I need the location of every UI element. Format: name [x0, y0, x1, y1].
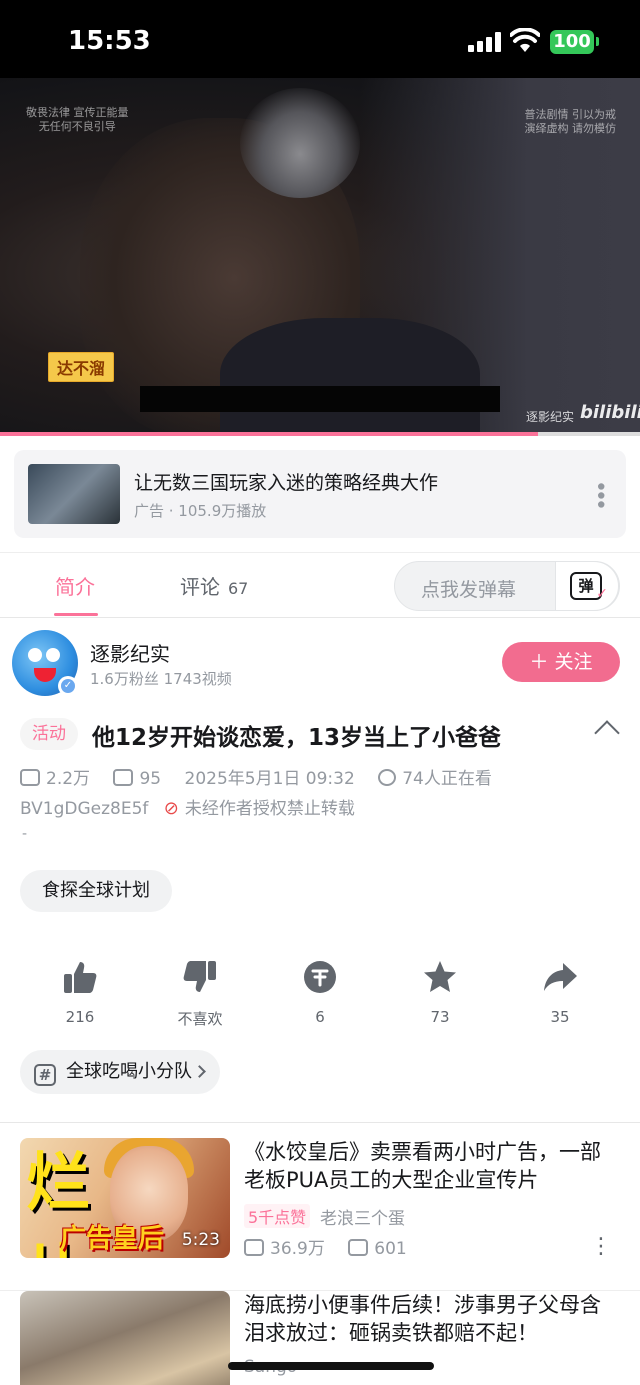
- video-subject-jacket: [220, 318, 480, 434]
- home-indicator: [228, 1362, 434, 1370]
- coin-button[interactable]: 6: [280, 958, 360, 1026]
- favorite-count: 73: [430, 1008, 450, 1026]
- rec-uploader: 老浪三个蛋: [320, 1209, 405, 1229]
- topic-label: 全球吃喝小分队: [66, 1061, 192, 1082]
- favorite-button[interactable]: 73: [400, 958, 480, 1026]
- action-bar: 216 不喜欢 6 73 35: [0, 958, 640, 1028]
- list-item[interactable]: 海底捞小便事件后续！涉事男子父母含泪求放过：砸锅卖铁都赔不起！ Sango: [0, 1290, 640, 1385]
- danmaku-input[interactable]: 点我发弹幕 弹: [394, 561, 620, 611]
- copyright-text: 未经作者授权禁止转载: [184, 799, 355, 819]
- status-time: 15:53: [68, 26, 151, 56]
- subtitle-tag: 达不溜: [48, 352, 115, 382]
- rec-title: 《水饺皇后》卖票看两小时广告，一部老板PUA员工的大型企业宣传片: [244, 1140, 601, 1192]
- author-name[interactable]: 逐影纪实: [90, 638, 170, 667]
- battery-indicator: 100: [550, 30, 594, 54]
- watermark-left: 敬畏法律 宣传正能量 无任何不良引导: [26, 106, 129, 133]
- author-row: ✓ 逐影纪实 1.6万粉丝 1743视频 ＋ 关注: [0, 628, 640, 700]
- hot-badge: 5千点赞: [244, 1204, 311, 1228]
- danmaku-placeholder: 点我发弹幕: [421, 579, 517, 601]
- video-description: -: [22, 826, 28, 842]
- topic-chip[interactable]: # 全球吃喝小分队: [20, 1050, 220, 1094]
- play-count: 2.2万: [46, 769, 91, 789]
- play-count-icon: [20, 769, 40, 786]
- tab-comments-count: 67: [228, 579, 249, 598]
- wifi-icon: [510, 28, 540, 52]
- activity-badge[interactable]: 活动: [20, 718, 78, 750]
- rec-thumbnail: 烂片 广告皇后 5:23: [20, 1138, 230, 1258]
- share-button[interactable]: 35: [520, 958, 600, 1026]
- subtitle-mask: [140, 386, 500, 412]
- tab-bar: 简介 评论 67 点我发弹幕 弹: [0, 552, 640, 618]
- danmaku-count: 95: [139, 769, 162, 789]
- cellular-signal-icon: [468, 32, 502, 52]
- like-button[interactable]: 216: [40, 958, 120, 1026]
- video-progress-bar[interactable]: [0, 432, 640, 436]
- video-subject-hair: [240, 88, 360, 198]
- share-arrow-icon: [520, 958, 600, 996]
- ad-meta: 广告 · 105.9万播放: [134, 502, 267, 520]
- ad-thumbnail: [28, 464, 120, 524]
- video-meta: 2.2万 95 2025年5月1日 09:32 74人正在看: [20, 764, 492, 789]
- ad-title: 让无数三国玩家入迷的策略经典大作: [134, 472, 439, 494]
- play-count-icon: [244, 1239, 264, 1256]
- channel-watermark: 逐影纪实: [526, 410, 575, 424]
- verified-badge-icon: ✓: [58, 676, 78, 696]
- rec-duration: 5:23: [181, 1230, 220, 1250]
- rec-stats: 36.9万 601: [244, 1234, 407, 1259]
- tab-comments-label: 评论: [180, 575, 220, 599]
- more-options-icon[interactable]: •••: [587, 480, 612, 507]
- tag-chip[interactable]: 食探全球计划: [20, 870, 172, 912]
- star-icon: [400, 958, 480, 996]
- ad-card[interactable]: 让无数三国玩家入迷的策略经典大作 广告 · 105.9万播放 •••: [14, 450, 626, 538]
- tab-intro[interactable]: 简介: [55, 571, 95, 600]
- danmaku-toggle-button[interactable]: 弹: [555, 561, 619, 611]
- tab-active-indicator: [54, 613, 98, 616]
- coin-icon: [280, 958, 360, 996]
- publish-date: 2025年5月1日 09:32: [184, 769, 355, 789]
- chevron-right-icon: [193, 1065, 206, 1078]
- avatar-mouth: [34, 668, 56, 682]
- thumb-banner: 广告皇后: [60, 1224, 165, 1254]
- danmaku-count-icon: [348, 1239, 369, 1256]
- dislike-button[interactable]: 不喜欢: [160, 958, 240, 1029]
- video-player[interactable]: 敬畏法律 宣传正能量 无任何不良引导 普法剧情 引以为戒 演绎虚构 请勿模仿 达…: [0, 78, 640, 434]
- watching-icon: [378, 769, 397, 786]
- collapse-chevron-icon[interactable]: [594, 720, 620, 746]
- video-title: 他12岁开始谈恋爱，13岁当上了小爸爸: [92, 725, 502, 751]
- follow-button[interactable]: ＋ 关注: [502, 642, 620, 682]
- rec-thumbnail: [20, 1291, 230, 1385]
- danmaku-tv-icon: 弹: [570, 572, 608, 606]
- video-progress-fill: [0, 432, 538, 436]
- more-options-icon[interactable]: ⋮: [590, 1234, 612, 1259]
- coin-count: 6: [315, 1008, 325, 1026]
- tab-comments[interactable]: 评论 67: [180, 571, 248, 600]
- status-bar: 15:53 100: [0, 0, 640, 78]
- rec-views: 36.9万: [270, 1239, 325, 1259]
- author-stats: 1.6万粉丝 1743视频: [90, 670, 232, 688]
- watermark-right: 普法剧情 引以为戒 演绎虚构 请勿模仿: [524, 108, 617, 135]
- prohibited-icon: ⊘: [163, 798, 179, 819]
- thumbs-up-icon: [40, 958, 120, 996]
- hashtag-icon: #: [34, 1064, 56, 1086]
- list-item[interactable]: 烂片 广告皇后 5:23 《水饺皇后》卖票看两小时广告，一部老板PUA员工的大型…: [0, 1138, 640, 1278]
- bilibili-logo: bilibili: [580, 402, 640, 423]
- video-ids: BV1gDGez8E5f ⊘ 未经作者授权禁止转载: [20, 794, 355, 819]
- avatar-eye-right: [46, 648, 60, 662]
- rec-comments: 601: [374, 1239, 407, 1259]
- battery-tip: [596, 37, 599, 46]
- like-count: 216: [65, 1008, 95, 1026]
- section-divider: [0, 1122, 640, 1123]
- share-count: 35: [550, 1008, 570, 1026]
- danmaku-count-icon: [113, 769, 134, 786]
- bvid[interactable]: BV1gDGez8E5f: [20, 799, 148, 819]
- copyright-notice: ⊘ 未经作者授权禁止转载: [163, 798, 355, 819]
- dislike-label: 不喜欢: [177, 1010, 223, 1028]
- avatar-eye-left: [28, 648, 42, 662]
- thumbs-down-icon: [160, 958, 240, 996]
- video-title-row: 活动 他12岁开始谈恋爱，13岁当上了小爸爸: [20, 716, 620, 752]
- rec-title: 海底捞小便事件后续！涉事男子父母含泪求放过：砸锅卖铁都赔不起！: [244, 1293, 601, 1345]
- watching-count: 74人正在看: [402, 769, 492, 789]
